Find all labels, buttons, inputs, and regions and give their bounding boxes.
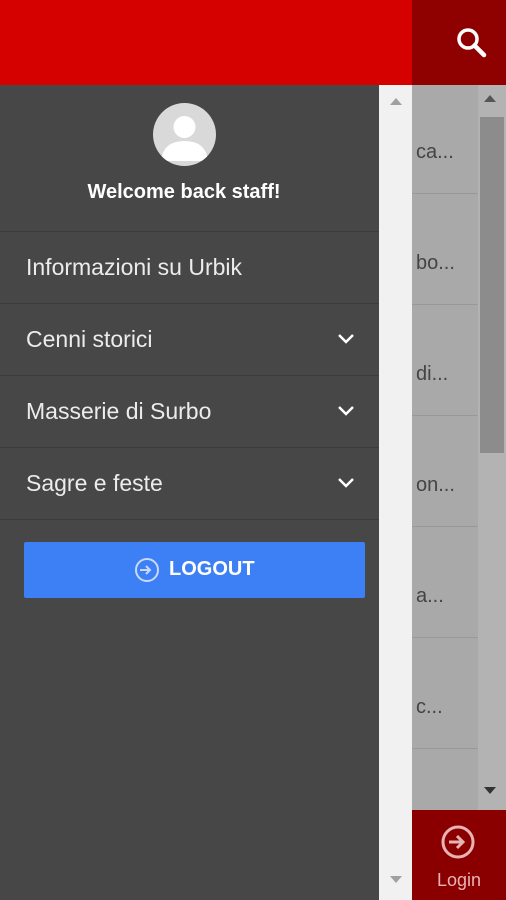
list-item[interactable]: ca... [412, 85, 478, 194]
list-item[interactable]: bo... [412, 194, 478, 305]
scroll-down-arrow-icon[interactable] [484, 787, 496, 794]
drawer-item-sagre-e-feste[interactable]: Sagre e feste [0, 447, 379, 520]
list-item[interactable]: a... [412, 527, 478, 638]
logout-label: LOGOUT [169, 558, 255, 580]
user-avatar-icon [153, 103, 216, 166]
login-label: Login [436, 870, 482, 890]
scrollbar-thumb[interactable] [480, 117, 504, 453]
drawer-item-label: Masserie di Surbo [26, 398, 212, 424]
drawer-item-label: Sagre e feste [26, 470, 163, 496]
navigation-drawer: Welcome back staff! Informazioni su Urbi… [0, 85, 379, 900]
drawer-item-masserie-di-surbo[interactable]: Masserie di Surbo [0, 375, 379, 447]
drawer-item-cenni-storici[interactable]: Cenni storici [0, 303, 379, 375]
scroll-down-arrow-icon[interactable] [390, 876, 402, 883]
search-icon [457, 28, 487, 58]
logout-button[interactable]: LOGOUT [24, 542, 365, 598]
list-item[interactable]: di... [412, 305, 478, 416]
drawer-item-informazioni-su-urbik[interactable]: Informazioni su Urbik [0, 231, 379, 303]
welcome-message: Welcome back staff! [87, 181, 281, 203]
logout-icon [135, 558, 159, 582]
drawer-scrollbar[interactable] [379, 85, 412, 900]
chevron-down-icon[interactable] [337, 405, 355, 417]
chevron-down-icon[interactable] [337, 477, 355, 489]
scroll-up-arrow-icon[interactable] [484, 95, 496, 102]
login-icon [441, 825, 475, 859]
chevron-down-icon[interactable] [337, 333, 355, 345]
background-list: ca... bo... di... on... a... c... [412, 85, 478, 810]
list-item[interactable]: c... [412, 638, 478, 749]
scroll-up-arrow-icon[interactable] [390, 98, 402, 105]
search-button[interactable] [452, 24, 492, 64]
list-item[interactable]: on... [412, 416, 478, 527]
drawer-item-label: Cenni storici [26, 326, 153, 352]
login-tab[interactable]: Login [412, 810, 506, 900]
drawer-item-label: Informazioni su Urbik [26, 254, 243, 280]
background-scrollbar[interactable] [478, 85, 506, 810]
